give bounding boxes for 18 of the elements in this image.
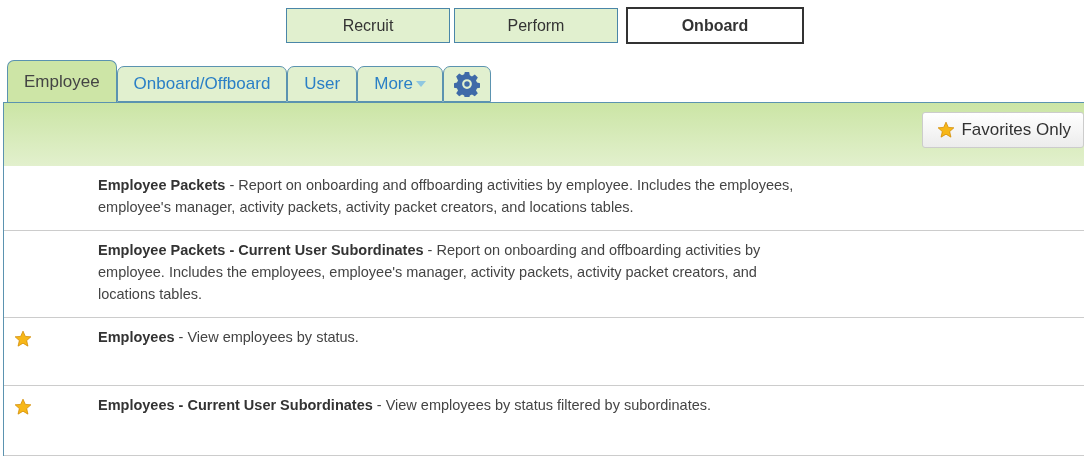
tab[interactable]: Onboard/Offboard: [116, 66, 288, 102]
report-description: Employees - View employees by status.: [98, 328, 360, 347]
star-icon: [14, 330, 32, 348]
module-button[interactable]: Recruit: [286, 8, 450, 43]
caret-icon: [416, 81, 426, 87]
settings-icon: [454, 71, 480, 97]
report-description: Employees - Current User Subordinates - View employees by status filtered by subordinates.: [98, 396, 712, 415]
settings-tab[interactable]: [443, 66, 491, 102]
module-button[interactable]: Perform: [454, 8, 618, 43]
module-button[interactable]: Onboard: [626, 7, 804, 44]
favorites-only-button[interactable]: Favorites Only: [922, 112, 1084, 148]
report-description: Employee Packets - Current User Subordinates - Report on onboarding and offboarding activities by employee. Includes the employees, employee's manager, activity packets, activity packet creators, and locations tables.: [98, 241, 762, 304]
tab[interactable]: More: [357, 66, 443, 102]
report-description: Employee Packets - Report on onboarding and offboarding activities by employee. Includes the employees, employee's manager, activity packets, activity packet creators, and locations tables.: [98, 176, 795, 217]
star-icon: [14, 398, 32, 416]
star-icon: [937, 121, 956, 139]
tab[interactable]: Employee: [7, 60, 117, 102]
tab[interactable]: User: [287, 66, 358, 102]
